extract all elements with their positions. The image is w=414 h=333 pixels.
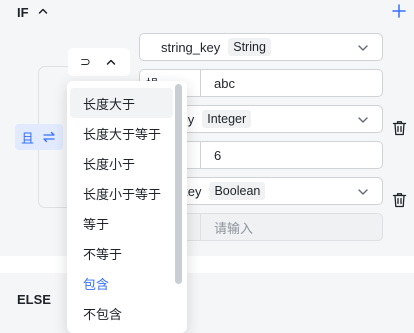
variable-select-1[interactable]: string_key String — [139, 33, 383, 61]
chevron-down-icon — [358, 45, 368, 51]
operator-select[interactable]: ⊃ — [68, 48, 130, 76]
value-text: abc — [214, 75, 235, 91]
value-placeholder: 请输入 — [214, 220, 254, 236]
option-contains[interactable]: 包含 — [70, 268, 173, 298]
if-title: IF — [17, 5, 29, 20]
variable-type-tag: Boolean — [209, 182, 266, 200]
switch-icon — [43, 131, 55, 143]
option-length-gt[interactable]: 长度大于 — [70, 88, 173, 118]
option-equal[interactable]: 等于 — [70, 208, 173, 238]
option-not-contains[interactable]: 不包含 — [70, 298, 173, 328]
option-length-lt[interactable]: 长度小于 — [70, 148, 173, 178]
plus-icon[interactable] — [391, 3, 407, 19]
operator-value: ⊃ — [80, 54, 91, 69]
chevron-up-icon[interactable] — [36, 4, 50, 18]
variable-type-tag: String — [228, 38, 271, 56]
trash-icon[interactable] — [392, 120, 407, 136]
option-length-lte[interactable]: 长度小于等于 — [70, 178, 173, 208]
if-panel: IF 且 ⊃ string_key String 操… abc …key Int… — [0, 0, 414, 256]
logic-toggle-button[interactable]: 且 — [15, 124, 63, 150]
variable-name: string_key — [161, 39, 221, 55]
variable-type-tag: Integer — [202, 110, 252, 128]
chevron-down-icon — [358, 117, 368, 123]
else-title: ELSE — [17, 292, 51, 307]
dropdown-scrollbar[interactable] — [175, 84, 182, 284]
trash-icon[interactable] — [392, 192, 407, 208]
operator-dropdown: 长度大于 长度大于等于 长度小于 长度小于等于 等于 不等于 包含 不包含 — [67, 81, 187, 333]
option-not-equal[interactable]: 不等于 — [70, 238, 173, 268]
logic-label: 且 — [21, 130, 35, 146]
chevron-down-icon — [358, 189, 368, 195]
value-text: 6 — [214, 147, 222, 163]
else-panel: ELSE — [0, 273, 414, 333]
option-length-gte[interactable]: 长度大于等于 — [70, 118, 173, 148]
chevron-up-icon — [106, 59, 116, 65]
